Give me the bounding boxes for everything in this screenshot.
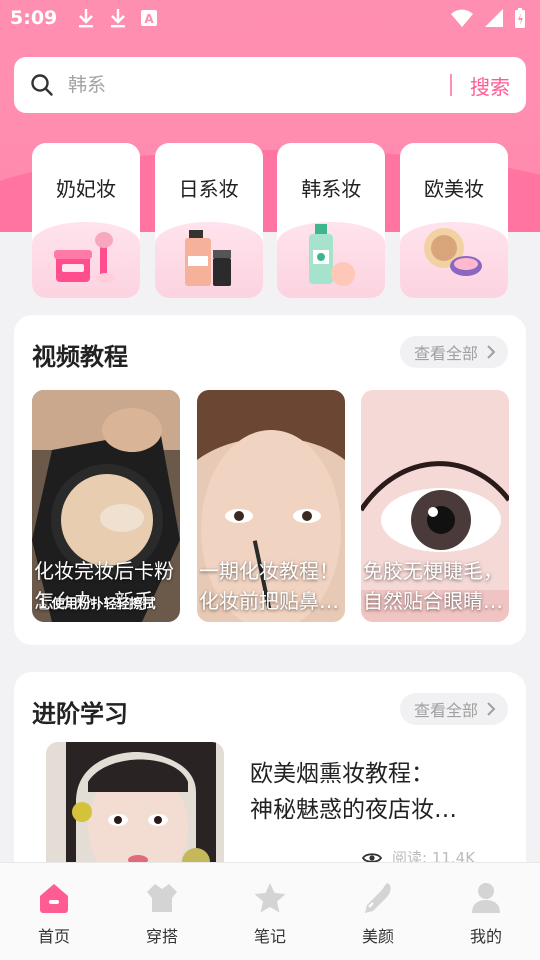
tab-beauty[interactable]: 美颜 (324, 863, 432, 960)
download-icon (79, 9, 93, 28)
section-title: 视频教程 (32, 343, 128, 371)
pen-icon (365, 883, 391, 913)
tab-profile[interactable]: 我的 (432, 863, 540, 960)
article-title[interactable]: 欧美烟熏妆教程： 神秘魅惑的夜店妆… (250, 756, 506, 828)
star-icon (254, 883, 286, 913)
download-icon (111, 9, 125, 28)
view-all-learning-button[interactable]: 查看全部 (399, 693, 508, 725)
category-row: 奶妃妆 日系妆 韩系妆 欧美妆 (32, 143, 508, 298)
wifi-icon (451, 9, 473, 27)
category-label: 韩系妆 (301, 177, 362, 201)
tab-notes[interactable]: 笔记 (216, 863, 324, 960)
toner-bottle-puff-icon (277, 222, 386, 298)
svg-text:A: A (144, 12, 154, 26)
video-section: 视频教程 查看全部 化妆完妆后卡粉 怎么办，新手 1 使用粉扑轻轻擦拭 一期化妆… (14, 315, 526, 645)
category-label: 日系妆 (178, 177, 239, 201)
chevron-right-icon (487, 345, 496, 359)
search-icon (31, 74, 53, 96)
home-icon (40, 884, 68, 913)
tab-label: 美颜 (361, 927, 394, 946)
tab-outfit[interactable]: 穿搭 (108, 863, 216, 960)
video-subtitle: 1 使用粉扑轻轻擦拭 (38, 597, 156, 612)
search-divider (450, 74, 452, 96)
view-all-label: 查看全部 (413, 701, 478, 720)
status-time: 5:09 (10, 7, 58, 29)
category-card-milk[interactable]: 奶妃妆 (32, 143, 140, 298)
user-icon (472, 883, 500, 913)
bottom-tab-bar: 首页 穿搭 笔记 美颜 我的 (0, 862, 540, 960)
status-notification-icons: A (76, 7, 158, 29)
status-system-icons (450, 7, 526, 29)
video-caption: 一期化妆教程！ 化妆前把贴鼻… (199, 559, 339, 613)
article-thumbnail[interactable] (46, 742, 224, 872)
shirt-icon (147, 884, 177, 912)
learning-section: 进阶学习 查看全部 欧美烟熏妆教程： 神秘魅惑的夜店妆… 阅读: 11.4K (14, 672, 526, 872)
tab-label: 穿搭 (145, 927, 178, 946)
tab-label: 笔记 (253, 927, 286, 946)
video-card[interactable]: 化妆完妆后卡粉 怎么办，新手 1 使用粉扑轻轻擦拭 (32, 390, 180, 622)
video-card[interactable]: 免胶无梗睫毛， 自然贴合眼睛… (361, 390, 509, 622)
search-bar: 搜索 (14, 57, 526, 113)
battery-charging-icon (515, 8, 525, 28)
foundation-bottle-icon (154, 222, 263, 298)
font-icon: A (141, 10, 157, 26)
search-input[interactable] (68, 74, 450, 96)
search-button[interactable]: 搜索 (470, 71, 510, 100)
video-caption: 免胶无梗睫毛， 自然贴合眼睛… (363, 559, 503, 613)
video-card[interactable]: 一期化妆教程！ 化妆前把贴鼻… (197, 390, 345, 622)
signal-icon (485, 9, 503, 27)
tab-label: 我的 (469, 927, 502, 946)
cream-jar-brush-icon (32, 222, 140, 298)
view-all-label: 查看全部 (413, 344, 478, 363)
status-bar: 5:09 A (0, 0, 540, 36)
category-card-japanese[interactable]: 日系妆 (154, 143, 263, 298)
chevron-right-icon (487, 702, 496, 716)
category-card-korean[interactable]: 韩系妆 (277, 143, 386, 298)
section-title: 进阶学习 (32, 700, 128, 728)
powder-compact-icon (399, 222, 508, 298)
tab-home[interactable]: 首页 (0, 863, 108, 960)
portrait-thumbnail (46, 742, 224, 872)
view-all-videos-button[interactable]: 查看全部 (399, 336, 508, 368)
category-label: 奶妃妆 (56, 177, 116, 201)
tab-label: 首页 (37, 927, 70, 946)
category-label: 欧美妆 (423, 177, 484, 201)
category-card-western[interactable]: 欧美妆 (399, 143, 508, 298)
